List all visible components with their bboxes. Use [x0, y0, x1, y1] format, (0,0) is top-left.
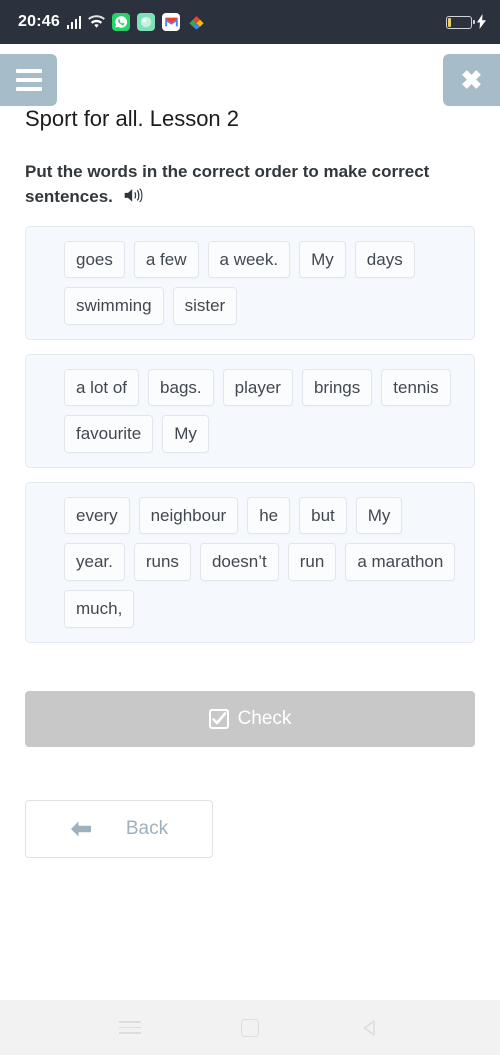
main-content: Sport for all. Lesson 2 Put the words in…	[0, 110, 500, 1000]
word-chip[interactable]: he	[247, 496, 291, 535]
word-row: a lot of bags. player brings tennis favo…	[64, 368, 460, 453]
word-chip[interactable]: bags.	[148, 368, 214, 407]
word-row: every neighbour he but My year. runs doe…	[64, 496, 460, 628]
word-chip[interactable]: My	[162, 415, 209, 453]
word-chip[interactable]: My	[299, 240, 346, 279]
word-chip[interactable]: but	[299, 496, 347, 535]
word-chip[interactable]: neighbour	[138, 496, 239, 535]
word-chip[interactable]: a few	[133, 240, 199, 279]
signal-bars-icon	[66, 15, 82, 29]
recents-button[interactable]	[109, 1007, 151, 1049]
back-triangle-icon	[361, 1019, 379, 1037]
gmail-icon	[162, 13, 181, 31]
hamburger-icon-line	[15, 69, 42, 73]
word-chip[interactable]: sister	[172, 287, 238, 325]
status-bar-right	[446, 13, 486, 31]
word-chip[interactable]: a marathon	[345, 543, 456, 581]
word-group: a lot of bags. player brings tennis favo…	[25, 353, 475, 468]
colorful-app-icon	[187, 13, 205, 31]
word-chip[interactable]: goes	[64, 240, 125, 279]
word-group: goes a few a week. My days swimming sist…	[25, 225, 475, 340]
word-chip[interactable]: runs	[133, 543, 191, 581]
app-top-bar: ✖	[0, 44, 500, 110]
word-chip[interactable]: a week.	[207, 240, 291, 279]
word-chip[interactable]: player	[222, 368, 293, 407]
word-chip[interactable]: days	[354, 240, 415, 279]
checkbox-checked-icon	[208, 708, 229, 729]
page-title: Sport for all. Lesson 2	[25, 110, 240, 131]
word-group: every neighbour he but My year. runs doe…	[25, 481, 475, 643]
word-chip[interactable]: brings	[301, 368, 373, 407]
close-icon: ✖	[460, 65, 483, 95]
word-row: goes a few a week. My days swimming sist…	[64, 240, 460, 325]
word-chip[interactable]: My	[355, 496, 403, 535]
battery-icon	[446, 15, 475, 29]
word-chip[interactable]: much,	[64, 589, 135, 628]
check-button[interactable]: Check	[25, 690, 475, 747]
hamburger-menu-button[interactable]	[0, 54, 57, 106]
android-nav-bar	[0, 1000, 500, 1055]
word-chip[interactable]: swimming	[64, 287, 164, 325]
home-square-icon	[241, 1018, 259, 1037]
green-app-icon	[137, 13, 156, 31]
word-chip[interactable]: doesn’t	[199, 543, 279, 581]
word-chip[interactable]: favourite	[64, 415, 154, 453]
speaker-icon[interactable]	[123, 187, 143, 203]
status-bar-clock: 20:46	[18, 13, 60, 30]
check-button-label: Check	[237, 707, 292, 729]
word-chip[interactable]: a lot of	[64, 368, 140, 407]
back-button[interactable]: Back	[25, 799, 213, 858]
status-bar: 20:46	[0, 0, 500, 44]
charging-bolt-icon	[477, 13, 486, 31]
recents-icon	[119, 1021, 141, 1034]
back-nav-button[interactable]	[349, 1007, 391, 1049]
home-button[interactable]	[229, 1007, 271, 1049]
hamburger-icon-line	[15, 78, 42, 82]
whatsapp-icon	[112, 13, 131, 31]
word-chip[interactable]: year.	[64, 543, 125, 581]
hamburger-icon-line	[15, 87, 42, 91]
status-bar-left: 20:46	[18, 13, 205, 31]
phone-screen: 20:46 ✖ Sport for all. Lesson 2 Put the …	[0, 0, 500, 1055]
back-button-label: Back	[125, 817, 169, 839]
word-chip[interactable]: run	[287, 543, 337, 581]
word-chip[interactable]: tennis	[381, 368, 451, 407]
wifi-icon	[88, 15, 106, 29]
word-chip[interactable]: every	[64, 496, 130, 535]
instruction-label: Put the words in the correct order to ma…	[25, 162, 430, 207]
close-button[interactable]: ✖	[443, 54, 500, 106]
arrow-left-icon	[70, 820, 92, 838]
instruction-text: Put the words in the correct order to ma…	[25, 160, 455, 209]
